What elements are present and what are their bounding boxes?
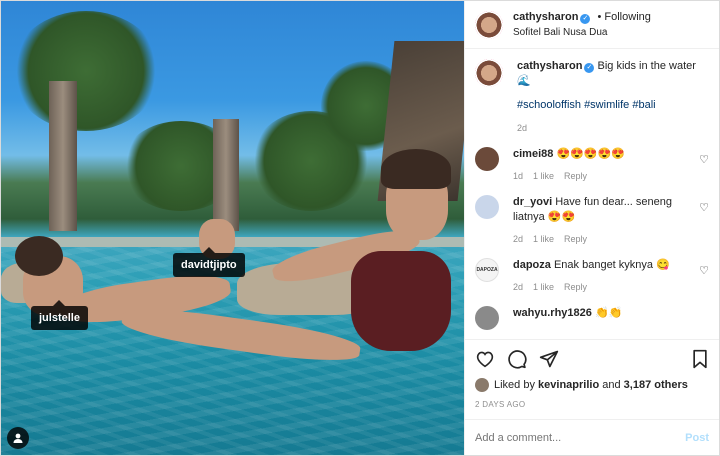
caption-author-avatar[interactable] [475, 59, 503, 87]
comment-item: cimei88 😍😍😍😍😍 1d 1 like Reply ♡ [475, 147, 709, 181]
post-timestamp[interactable]: 2 DAYS AGO [475, 400, 709, 409]
instagram-post-window: davidtjipto julstelle cathysharon ✓ • Fol… [0, 0, 720, 456]
liked-by-user[interactable]: kevinaprilio [538, 379, 599, 391]
comment-likes[interactable]: 1 like [533, 282, 554, 292]
reply-button[interactable]: Reply [564, 171, 587, 181]
comment-like-heart-icon[interactable]: ♡ [697, 201, 709, 244]
comment-likes[interactable]: 1 like [533, 234, 554, 244]
likes-others[interactable]: 3,187 others [624, 379, 688, 391]
photo-tag-davidtjipto[interactable]: davidtjipto [173, 247, 245, 277]
liker-avatar[interactable] [475, 378, 489, 392]
comment-actions: 1d 1 like Reply [513, 171, 697, 181]
post-header-meta: cathysharon ✓ • Following Sofitel Bali Nu… [513, 11, 651, 38]
action-icons [475, 348, 709, 370]
user-tag-icon[interactable] [7, 427, 29, 449]
commenter-avatar[interactable] [475, 306, 499, 330]
post-side-panel: cathysharon ✓ • Following Sofitel Bali Nu… [464, 1, 719, 455]
comment-actions: 2d 1 like Reply [513, 282, 697, 292]
add-comment-bar: Post [465, 419, 719, 455]
comment-body: dr_yovi Have fun dear... seneng liatnya … [513, 195, 697, 244]
bookmark-icon[interactable] [691, 349, 709, 369]
commenter-avatar[interactable] [475, 147, 499, 171]
caption: cathysharon ✓ Big kids in the water 🌊 #sc… [475, 59, 709, 133]
commenter-avatar[interactable]: DAPOZA [475, 258, 499, 282]
comment-body: wahyu.rhy1826 👏👏 [513, 306, 709, 330]
comment-item: DAPOZA dapoza Enak banget kyknya 😋 2d 1 l… [475, 258, 709, 292]
comment-text: 👏👏 [594, 307, 623, 319]
follow-status[interactable]: • Following [597, 11, 650, 23]
swimmer-left-hair [15, 236, 63, 276]
commenter-username[interactable]: wahyu.rhy1826 [513, 307, 592, 319]
comment-actions: 2d 1 like Reply [513, 234, 697, 244]
comments-list: cathysharon ✓ Big kids in the water 🌊 #sc… [465, 49, 719, 339]
comment-body: dapoza Enak banget kyknya 😋 2d 1 like Repl… [513, 258, 697, 292]
comment-text-line: dr_yovi Have fun dear... seneng liatnya … [513, 195, 697, 225]
comment-item: dr_yovi Have fun dear... seneng liatnya … [475, 195, 709, 244]
post-header: cathysharon ✓ • Following Sofitel Bali Nu… [465, 1, 719, 49]
caption-body: cathysharon ✓ Big kids in the water 🌊 #sc… [517, 59, 709, 133]
author-username[interactable]: cathysharon [513, 11, 578, 23]
comment-text: Enak banget kyknya 😋 [553, 259, 670, 271]
follow-status-label: Following [604, 11, 651, 23]
likes-summary: Liked by kevinaprilio and 3,187 others [475, 378, 709, 392]
stone-pillar [213, 119, 239, 231]
commenter-username[interactable]: dapoza [513, 259, 551, 271]
comment-text-line: wahyu.rhy1826 👏👏 [513, 306, 709, 321]
comment-text-line: dapoza Enak banget kyknya 😋 [513, 258, 697, 273]
liked-by-label: Liked by [494, 379, 535, 391]
heart-icon[interactable] [475, 350, 495, 368]
comment-like-heart-icon[interactable]: ♡ [697, 264, 709, 292]
stone-pillar [49, 81, 77, 231]
reply-button[interactable]: Reply [564, 282, 587, 292]
comment-item: wahyu.rhy1826 👏👏 [475, 306, 709, 330]
author-avatar[interactable] [475, 10, 503, 39]
comment-text-line: cimei88 😍😍😍😍😍 [513, 147, 697, 162]
caption-author[interactable]: cathysharon [517, 60, 582, 72]
tree-foliage [11, 11, 161, 131]
caption-age[interactable]: 2d [517, 123, 709, 133]
comment-age[interactable]: 2d [513, 234, 523, 244]
post-comment-button[interactable]: Post [685, 432, 709, 444]
swimsuit [351, 251, 451, 351]
commenter-avatar[interactable] [475, 195, 499, 219]
comment-icon[interactable] [507, 349, 527, 369]
and-label: and [602, 379, 621, 391]
caption-hashtags[interactable]: #schooloffish #swimlife #bali [517, 99, 709, 111]
swimmer-right-hair [381, 149, 451, 189]
commenter-username[interactable]: dr_yovi [513, 196, 552, 208]
post-action-bar: Liked by kevinaprilio and 3,187 others 2… [465, 339, 719, 419]
add-comment-input[interactable] [475, 431, 686, 444]
post-location[interactable]: Sofitel Bali Nusa Dua [513, 27, 651, 38]
photo-tag-julstelle[interactable]: julstelle [31, 300, 88, 330]
comment-age[interactable]: 1d [513, 171, 523, 181]
comment-likes[interactable]: 1 like [533, 171, 554, 181]
comment-like-heart-icon[interactable]: ♡ [697, 153, 709, 181]
verified-badge-icon: ✓ [584, 63, 595, 73]
comment-body: cimei88 😍😍😍😍😍 1d 1 like Reply [513, 147, 697, 181]
comment-text: 😍😍😍😍😍 [556, 148, 625, 160]
caption-text-line: cathysharon ✓ Big kids in the water 🌊 [517, 59, 709, 89]
commenter-username[interactable]: cimei88 [513, 148, 553, 160]
comment-age[interactable]: 2d [513, 282, 523, 292]
reply-button[interactable]: Reply [564, 234, 587, 244]
verified-badge-icon: ✓ [580, 14, 591, 24]
share-icon[interactable] [539, 349, 559, 369]
post-photo[interactable]: davidtjipto julstelle [1, 1, 464, 455]
